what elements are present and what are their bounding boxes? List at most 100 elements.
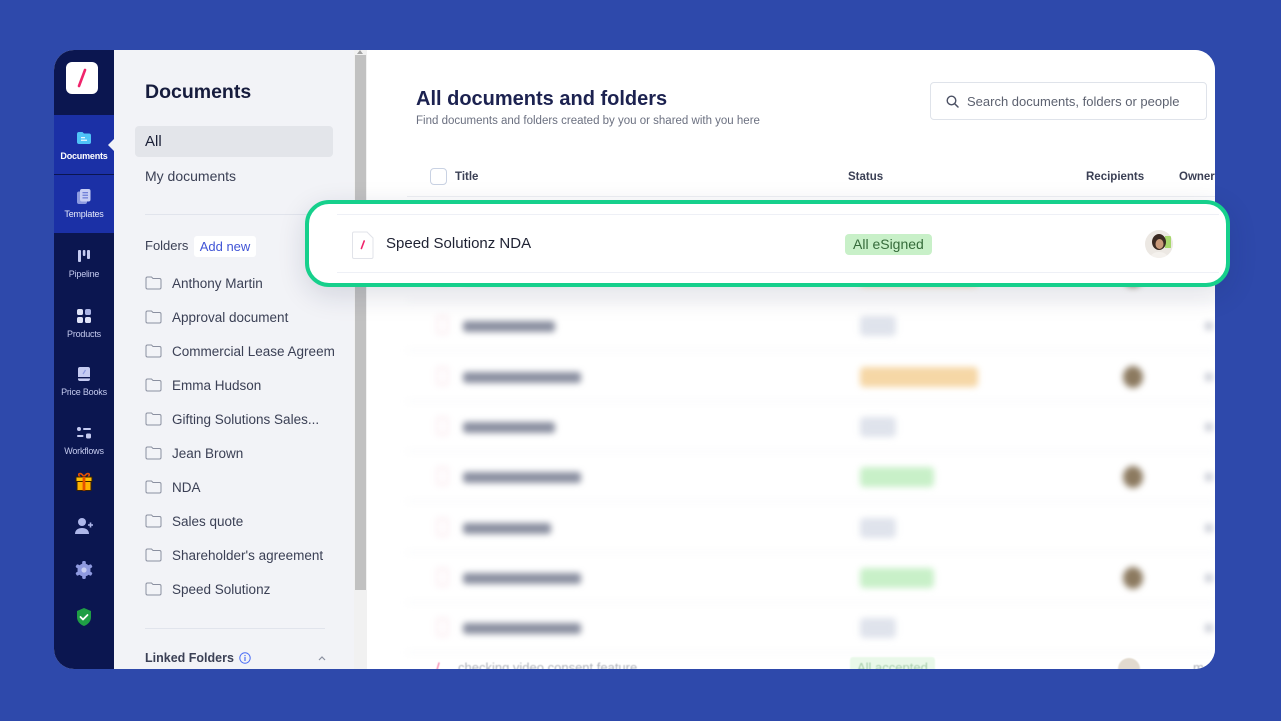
search-icon [946,94,959,108]
folder-icon [145,480,162,494]
gear-icon [75,561,93,579]
rail-label: Documents [60,151,108,161]
row-title: checking video consent feature [458,660,638,669]
panel-title: Documents [145,81,252,103]
workflows-icon [75,424,93,442]
folder-item[interactable]: Shareholder's agreement [145,538,345,572]
add-folder-button[interactable]: Add new [194,236,256,257]
folder-icon [75,129,93,147]
folder-name: Sales quote [172,513,244,529]
row-title-blurred [463,623,581,635]
select-all-checkbox[interactable] [430,168,447,185]
rail-item-workflows[interactable]: Workflows [54,424,114,457]
owner-mark [1205,422,1213,431]
document-icon [437,517,448,536]
app-logo[interactable] [66,62,98,94]
invite-user-button[interactable] [54,515,114,537]
panel-scrollbar[interactable] [354,50,367,669]
security-button[interactable] [54,606,114,628]
scrollbar-thumb[interactable] [355,55,366,590]
table-row[interactable] [407,503,1215,553]
document-icon [437,366,448,385]
table-row[interactable] [407,553,1215,603]
document-icon [437,467,448,486]
folder-item[interactable]: Emma Hudson [145,368,345,402]
status-badge: All accepted [850,657,935,669]
rail-item-documents[interactable]: Documents [54,129,114,162]
main-content: All documents and folders Find documents… [367,50,1215,669]
recipient-avatar[interactable] [1145,230,1173,258]
page-title: All documents and folders [416,88,668,110]
table-row[interactable] [407,402,1215,452]
row-title-blurred [463,421,555,433]
nav-all[interactable]: All [135,126,333,157]
row-title-blurred [463,522,551,534]
folder-name: Anthony Martin [172,275,263,291]
highlighted-row[interactable]: Speed Solutionz NDA All eSigned [305,200,1230,287]
rail-item-templates[interactable]: Templates [54,187,114,220]
rail-label: Products [67,329,101,339]
slash-logo-icon [77,68,87,88]
collapse-linked-folders-button[interactable] [317,654,327,662]
nav-my-documents[interactable]: My documents [135,161,333,192]
column-header-owner[interactable]: Owner [1179,170,1215,184]
column-header-status[interactable]: Status [848,170,883,184]
folder-icon [145,446,162,460]
status-badge [860,316,896,337]
column-header-recipients[interactable]: Recipients [1086,170,1144,184]
app-rail: Documents Templates Pipeline Products Pr [54,50,114,669]
folder-item[interactable]: Sales quote [145,504,345,538]
rail-item-price-books[interactable]: Price Books [54,365,114,398]
search-input[interactable]: Search documents, folders or people [930,82,1207,120]
folder-name: Commercial Lease Agreem [172,343,335,359]
settings-button[interactable] [54,559,114,581]
folder-item[interactable]: Gifting Solutions Sales... [145,402,345,436]
table-row[interactable] [407,352,1215,402]
folder-item[interactable]: Commercial Lease Agreem [145,334,345,368]
status-badge [860,366,978,387]
recipient-avatar[interactable] [1123,365,1143,388]
rail-item-products[interactable]: Products [54,307,114,340]
row-title-blurred [463,321,555,333]
status-badge [860,517,896,538]
folder-item[interactable]: Speed Solutionz [145,572,345,606]
folder-item[interactable]: Jean Brown [145,436,345,470]
folder-icon [145,514,162,528]
folder-item[interactable]: Approval document [145,300,345,334]
folder-name: Emma Hudson [172,377,262,393]
status-badge [860,467,934,488]
folder-item[interactable]: NDA [145,470,345,504]
products-grid-icon [75,307,93,325]
folder-name: Speed Solutionz [172,581,271,597]
table-row[interactable]: checking video consent feature All accep… [407,655,1215,669]
rail-label: Workflows [64,446,104,456]
chevron-up-icon [318,656,326,661]
owner-mark [1205,624,1213,633]
rewards-button[interactable] [54,470,114,492]
document-icon [431,658,445,669]
recipient-avatar[interactable] [1123,566,1143,589]
status-badge [860,416,896,437]
document-title[interactable]: Speed Solutionz NDA [386,235,531,253]
info-icon[interactable] [239,652,251,664]
owner-mark [1205,322,1213,331]
folder-icon [145,378,162,392]
table-row[interactable] [407,301,1215,352]
folder-icon [145,310,162,324]
owner-mark [1205,372,1213,381]
shield-check-icon [77,608,91,626]
table-row[interactable] [407,452,1215,503]
owner-mark [1205,473,1213,482]
owner-mark [1205,573,1213,582]
column-header-title[interactable]: Title [455,170,478,184]
row-title-blurred [463,472,581,484]
document-icon [437,416,448,435]
document-icon [352,231,374,259]
documents-panel: Documents All My documents Folders Add n… [114,50,354,669]
scroll-up-arrow[interactable] [357,50,363,54]
recipient-avatar[interactable] [1123,466,1143,489]
table-row[interactable] [407,603,1215,654]
recipient-avatar[interactable] [1118,658,1140,669]
row-title-blurred [463,371,581,383]
rail-item-pipeline[interactable]: Pipeline [54,247,114,280]
